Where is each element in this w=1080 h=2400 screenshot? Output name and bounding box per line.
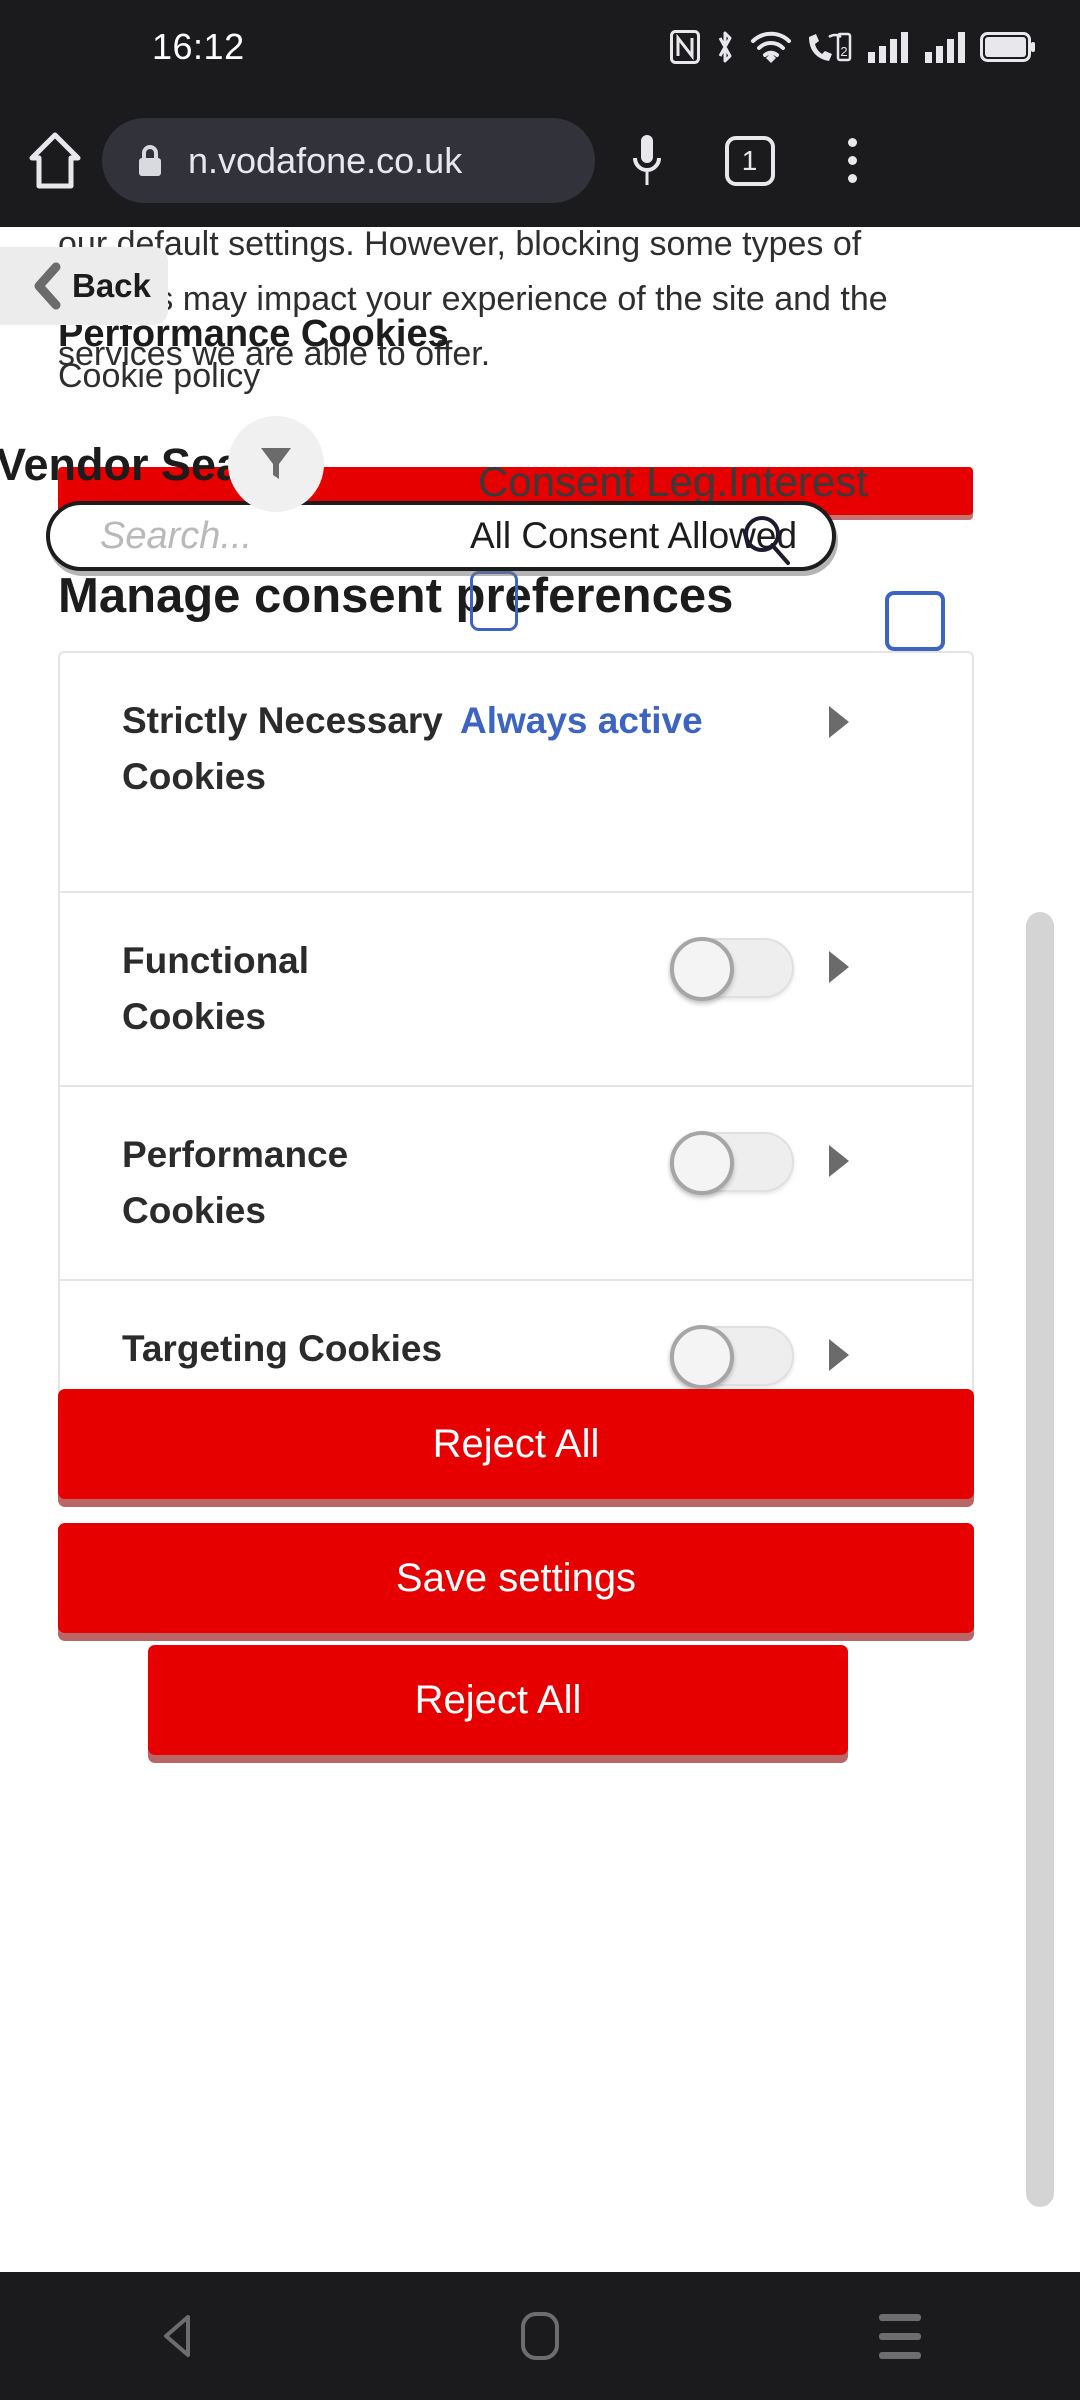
toggle-knob: [670, 1325, 734, 1389]
home-button[interactable]: [0, 132, 110, 190]
nav-home-button[interactable]: [440, 2272, 640, 2400]
focus-outline-large[interactable]: [885, 591, 945, 651]
triangle-right-icon[interactable]: [824, 703, 854, 741]
nav-recents-icon: [879, 2313, 921, 2359]
save-settings-button[interactable]: Save settings: [58, 1523, 974, 1633]
triangle-right-icon[interactable]: [824, 948, 854, 986]
focus-outline-small: [470, 571, 518, 631]
back-button[interactable]: Back: [0, 247, 168, 325]
status-clock: 16:12: [152, 26, 245, 67]
nfc-icon: [670, 30, 700, 64]
performance-cookies-toggle[interactable]: [670, 1131, 794, 1195]
nav-back-icon: [164, 2315, 190, 2357]
cookie-category-name: Targeting Cookies: [122, 1328, 443, 1369]
filter-button[interactable]: [228, 416, 324, 512]
targeting-cookies-toggle[interactable]: [670, 1325, 794, 1389]
status-icons: 2: [670, 29, 1036, 65]
cookie-category-name: Performance Cookies: [122, 1134, 349, 1231]
svg-text:2: 2: [840, 44, 847, 59]
signal-sim2-icon: [925, 32, 965, 63]
cookie-row-performance[interactable]: Performance Cookies: [60, 1087, 972, 1281]
always-active-label: Always active: [460, 700, 703, 741]
tab-switcher-button[interactable]: 1: [698, 135, 801, 186]
android-navigation-bar: [0, 2272, 1080, 2400]
scrollbar-track[interactable]: [1026, 227, 1067, 2272]
cookie-category-list: Strictly Necessary Cookies Always active…: [58, 651, 974, 1430]
functional-cookies-toggle[interactable]: [670, 937, 794, 1001]
nav-recents-button[interactable]: [800, 2272, 1000, 2400]
voice-search-button[interactable]: [595, 132, 698, 190]
call-wifi-icon: 2: [809, 32, 852, 62]
toggle-knob: [670, 937, 734, 1001]
cookie-category-name: Functional Cookies: [122, 940, 310, 1037]
nav-back-button[interactable]: [80, 2272, 280, 2400]
microphone-icon: [632, 134, 661, 185]
url-text: n.vodafone.co.uk: [188, 139, 463, 181]
triangle-right-icon[interactable]: [824, 1336, 854, 1374]
battery-icon: [980, 32, 1035, 62]
cookie-policy-link[interactable]: Cookie policy: [58, 357, 260, 396]
reject-all-button-bottom[interactable]: Reject All: [148, 1645, 848, 1755]
browser-toolbar: n.vodafone.co.uk 1: [0, 94, 1080, 227]
filter-funnel-icon: [261, 448, 291, 479]
toggle-knob: [670, 1131, 734, 1195]
nav-home-icon: [521, 2312, 559, 2360]
cookie-row-functional[interactable]: Functional Cookies: [60, 893, 972, 1087]
web-page-viewport: our default settings. However, blocking …: [0, 227, 1080, 2272]
phone-screen: 16:12 2 n.vodafone.co.uk 1 our default s…: [0, 0, 1080, 2400]
lock-icon: [139, 144, 161, 176]
triangle-right-icon[interactable]: [824, 1142, 854, 1180]
search-magnifier-icon[interactable]: [738, 512, 794, 570]
cookie-category-name: Strictly Necessary Cookies: [122, 700, 443, 797]
chevron-left-icon: [34, 262, 61, 310]
signal-sim1-icon: [868, 32, 908, 63]
vendor-search-placeholder: Search...: [100, 515, 253, 557]
overflow-menu-icon: [848, 138, 857, 183]
cookie-row-strictly-necessary[interactable]: Strictly Necessary Cookies Always active: [60, 653, 972, 893]
scrollbar-thumb[interactable]: [1026, 912, 1054, 2207]
home-icon: [29, 132, 81, 188]
wifi-icon: [751, 31, 791, 63]
back-button-label: Back: [72, 267, 151, 304]
tab-count-label: 1: [724, 135, 775, 186]
browser-menu-button[interactable]: [801, 138, 904, 183]
reject-all-button-top[interactable]: Reject All: [58, 1389, 974, 1499]
address-bar[interactable]: n.vodafone.co.uk: [102, 118, 595, 203]
bluetooth-icon: [718, 31, 732, 63]
consent-leg-interest-label: Consent Leg.Interest: [478, 458, 868, 505]
page-title: Manage consent preferences: [58, 569, 734, 623]
status-bar: 16:12 2: [0, 0, 1080, 94]
